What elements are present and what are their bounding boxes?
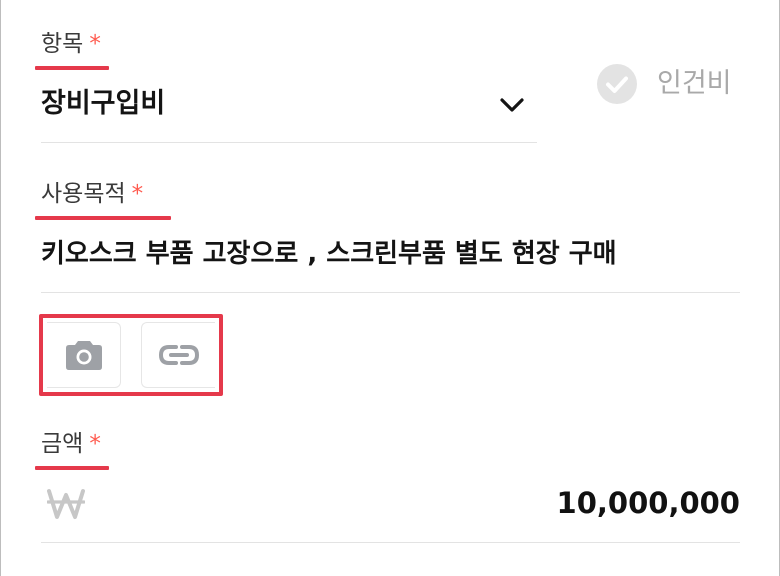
amount-input-value: 10,000,000 (556, 486, 740, 520)
purpose-label: 사용목적 * (41, 180, 143, 208)
item-label-text: 항목 (41, 31, 84, 57)
item-select-value: 장비구입비 (41, 88, 166, 119)
item-required-mark: * (89, 31, 101, 57)
camera-button[interactable] (47, 322, 121, 388)
item-label: 항목 * (41, 30, 101, 58)
purpose-label-text: 사용목적 (41, 181, 126, 207)
purpose-input-value: 키오스크 부품 고장으로 , 스크린부품 별도 현장 구매 (41, 239, 617, 269)
amount-required-mark: * (89, 431, 101, 457)
amount-label-text: 금액 (41, 431, 84, 457)
purpose-input[interactable]: 키오스크 부품 고장으로 , 스크린부품 별도 현장 구매 (41, 232, 740, 293)
amount-label-highlight (35, 466, 109, 470)
amount-input[interactable]: 10,000,000 (41, 482, 740, 543)
check-circle-icon[interactable] (597, 64, 637, 104)
camera-icon (65, 341, 102, 370)
labor-cost-label: 인건비 (657, 68, 732, 99)
attachment-buttons (39, 314, 223, 396)
purpose-required-mark: * (131, 181, 144, 207)
item-label-highlight (35, 66, 109, 70)
link-icon (158, 345, 199, 365)
item-select[interactable]: 장비구입비 (41, 82, 537, 143)
purpose-label-highlight (35, 216, 171, 220)
expense-form: 항목 * 장비구입비 인건비 사용목적 * 키오스크 부품 고장으로 , 스크린부품… (0, 0, 780, 576)
won-icon (47, 489, 85, 519)
amount-label: 금액 * (41, 430, 101, 458)
chevron-down-icon[interactable] (497, 90, 527, 120)
link-button[interactable] (141, 322, 215, 388)
